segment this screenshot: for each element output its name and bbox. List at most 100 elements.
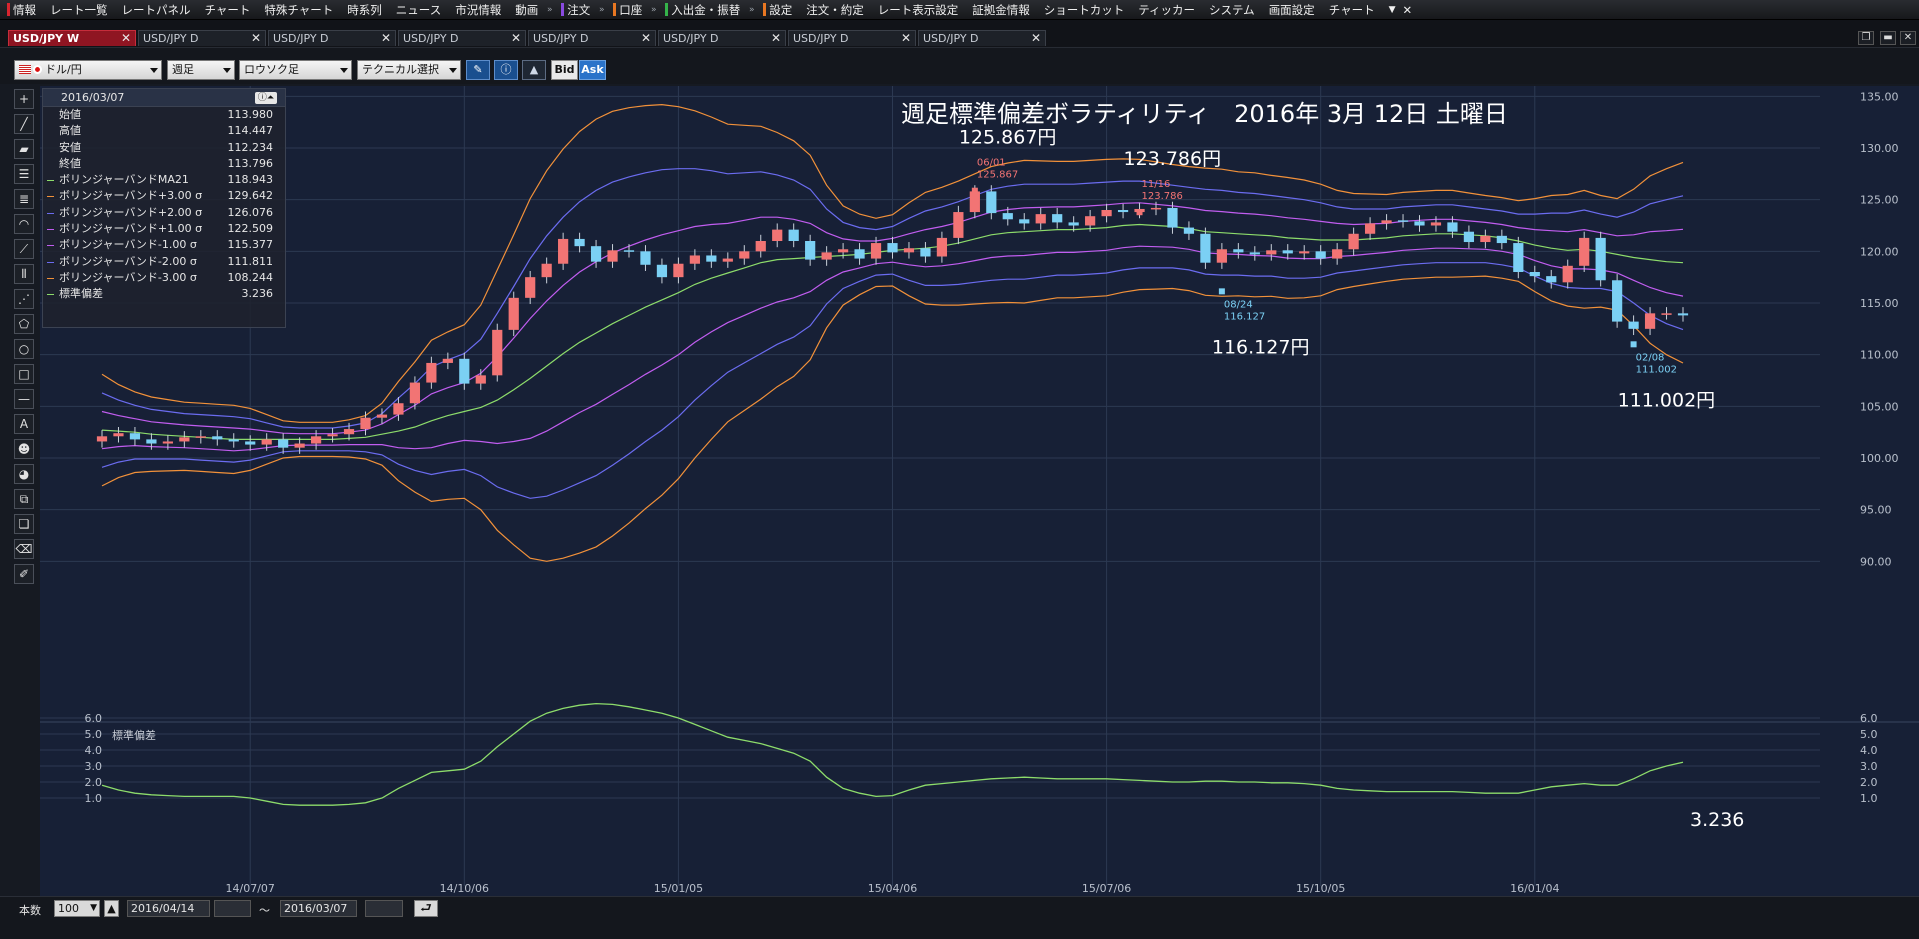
candle-body: [722, 258, 733, 262]
palette-icon[interactable]: ◕: [14, 464, 34, 484]
candle-body: [788, 229, 799, 241]
stamp-icon[interactable]: ☻: [14, 439, 34, 459]
tab-usdjpy-d-2[interactable]: USD/JPY D ✕: [268, 30, 396, 46]
info-row: 安値 112.234: [43, 140, 285, 156]
annotation-price: 111.002円: [1618, 389, 1716, 411]
menu-shortcut[interactable]: ショートカット: [1037, 0, 1132, 19]
menu-screen-settings[interactable]: 画面設定: [1262, 0, 1322, 19]
candle-body: [1381, 220, 1392, 224]
candle-body: [376, 414, 388, 418]
info-row: 高値 114.447: [43, 123, 285, 139]
y-tick-label: 90.00: [1860, 555, 1892, 568]
sub-y-tick-label-right: 5.0: [1860, 728, 1878, 741]
candle-body: [1183, 227, 1195, 234]
circle-icon[interactable]: ○: [14, 339, 34, 359]
from-time-input[interactable]: [214, 900, 251, 917]
menu-settings[interactable]: 設定: [756, 0, 799, 19]
menu-deposit[interactable]: 入出金・振替: [658, 0, 747, 19]
fibonacci-arc-icon[interactable]: ◠: [14, 214, 34, 234]
vertical-lines-icon[interactable]: ⦀: [14, 264, 34, 284]
dropdown-icon[interactable]: ▼: [1382, 0, 1403, 19]
menu-market-info[interactable]: 市況情報: [448, 0, 508, 19]
tab-usdjpy-d-6[interactable]: USD/JPY D ✕: [788, 30, 916, 46]
copy-icon[interactable]: ⧉: [14, 489, 34, 509]
tab-usdjpy-d-1[interactable]: USD/JPY D ✕: [138, 30, 266, 46]
paste-icon[interactable]: ❏: [14, 514, 34, 534]
trendline-icon[interactable]: ╱: [14, 114, 34, 134]
menu-special-chart[interactable]: 特殊チャート: [257, 0, 340, 19]
count-up-icon[interactable]: ▲: [104, 900, 119, 917]
from-date-input[interactable]: 2016/04/14: [127, 900, 210, 917]
multi-lines-icon[interactable]: ≣: [14, 189, 34, 209]
menu-chart[interactable]: チャート: [198, 0, 258, 19]
menu-news[interactable]: ニュース: [389, 0, 448, 19]
rectangle-icon[interactable]: □: [14, 364, 34, 384]
candle-body: [755, 241, 766, 252]
pentagon-icon[interactable]: ⬠: [14, 314, 34, 334]
candle-body: [492, 329, 503, 376]
menu-rate-panel[interactable]: レートパネル: [115, 0, 198, 19]
menu-rate-list[interactable]: レート一覧: [43, 0, 115, 19]
orange-marker-icon: [763, 3, 767, 16]
minimize-icon[interactable]: ▬: [1880, 31, 1896, 45]
close-icon[interactable]: ✕: [1900, 31, 1916, 45]
gann-fan-icon[interactable]: ⋰: [14, 289, 34, 309]
series-swatch: [47, 229, 54, 231]
chart-type-select[interactable]: ロウソク足: [239, 60, 352, 80]
close-icon[interactable]: ✕: [641, 31, 651, 46]
refresh-icon[interactable]: ⮐: [414, 900, 438, 917]
menu-system[interactable]: システム: [1202, 0, 1262, 19]
crosshair-icon[interactable]: +: [14, 89, 34, 109]
text-icon[interactable]: A: [14, 414, 34, 434]
ask-button[interactable]: Ask: [579, 60, 606, 80]
close-icon[interactable]: ✕: [901, 31, 911, 46]
fan-lines-icon[interactable]: ⟋: [14, 239, 34, 259]
menu-video[interactable]: 動画: [508, 0, 545, 19]
to-date-input[interactable]: 2016/03/07: [280, 900, 357, 917]
bid-button[interactable]: Bid: [551, 60, 578, 80]
candle-body: [179, 437, 190, 442]
high-marker: [971, 187, 978, 194]
close-icon[interactable]: ✕: [251, 31, 261, 46]
eraser-icon[interactable]: ⌫: [14, 539, 34, 559]
restore-icon[interactable]: ❐: [1858, 31, 1874, 45]
menu-orders-fills[interactable]: 注文・約定: [799, 0, 871, 19]
candle-body: [623, 250, 635, 252]
count-select[interactable]: 100 ▼: [54, 900, 100, 917]
info-row: 終値 113.796: [43, 156, 285, 172]
tab-usdjpy-d-5[interactable]: USD/JPY D ✕: [658, 30, 786, 46]
menu-rate-display[interactable]: レート表示設定: [871, 0, 966, 19]
period-select[interactable]: 週足: [167, 60, 235, 80]
close-icon[interactable]: ✕: [771, 31, 781, 46]
menu-label: システム: [1209, 2, 1255, 17]
tab-usdjpy-d-7[interactable]: USD/JPY D ✕: [918, 30, 1046, 46]
close-icon[interactable]: ✕: [511, 31, 521, 46]
close-icon[interactable]: ✕: [1403, 0, 1420, 19]
close-icon[interactable]: ✕: [381, 31, 391, 46]
to-time-input[interactable]: [365, 900, 403, 917]
tab-usdjpy-w[interactable]: USD/JPY W ✕: [8, 30, 136, 46]
horizontal-lines-icon[interactable]: ☰: [14, 164, 34, 184]
menu-order[interactable]: 注文: [554, 0, 597, 19]
pen-icon[interactable]: ✎: [466, 60, 490, 80]
menu-chart-2[interactable]: チャート: [1322, 0, 1382, 19]
info-icon[interactable]: ⓘ: [494, 60, 518, 80]
info-panel-header: 2016/03/07 ⓘ⏶: [43, 89, 285, 107]
close-icon[interactable]: ✕: [1031, 31, 1041, 46]
pair-select[interactable]: ドル/円: [14, 60, 162, 80]
horizontal-line-icon[interactable]: —: [14, 389, 34, 409]
info-collapse-icon[interactable]: ⓘ⏶: [255, 92, 277, 104]
close-icon[interactable]: ✕: [121, 31, 131, 46]
ruler-icon[interactable]: ▰: [14, 139, 34, 159]
mountain-chart-icon[interactable]: ▲: [522, 60, 546, 80]
tab-usdjpy-d-4[interactable]: USD/JPY D ✕: [528, 30, 656, 46]
menu-margin-info[interactable]: 証拠金情報: [965, 0, 1037, 19]
technical-select[interactable]: テクニカル選択: [357, 60, 461, 80]
chart-canvas[interactable]: 06/01125.867 125.867円 11/16123.786 123.786円…: [40, 86, 1919, 896]
edit-icon[interactable]: ✐: [14, 564, 34, 584]
menu-info[interactable]: 情報: [0, 0, 43, 19]
tab-usdjpy-d-3[interactable]: USD/JPY D ✕: [398, 30, 526, 46]
menu-account[interactable]: 口座: [606, 0, 649, 19]
menu-time-series[interactable]: 時系列: [340, 0, 389, 19]
menu-ticker[interactable]: ティッカー: [1131, 0, 1202, 19]
